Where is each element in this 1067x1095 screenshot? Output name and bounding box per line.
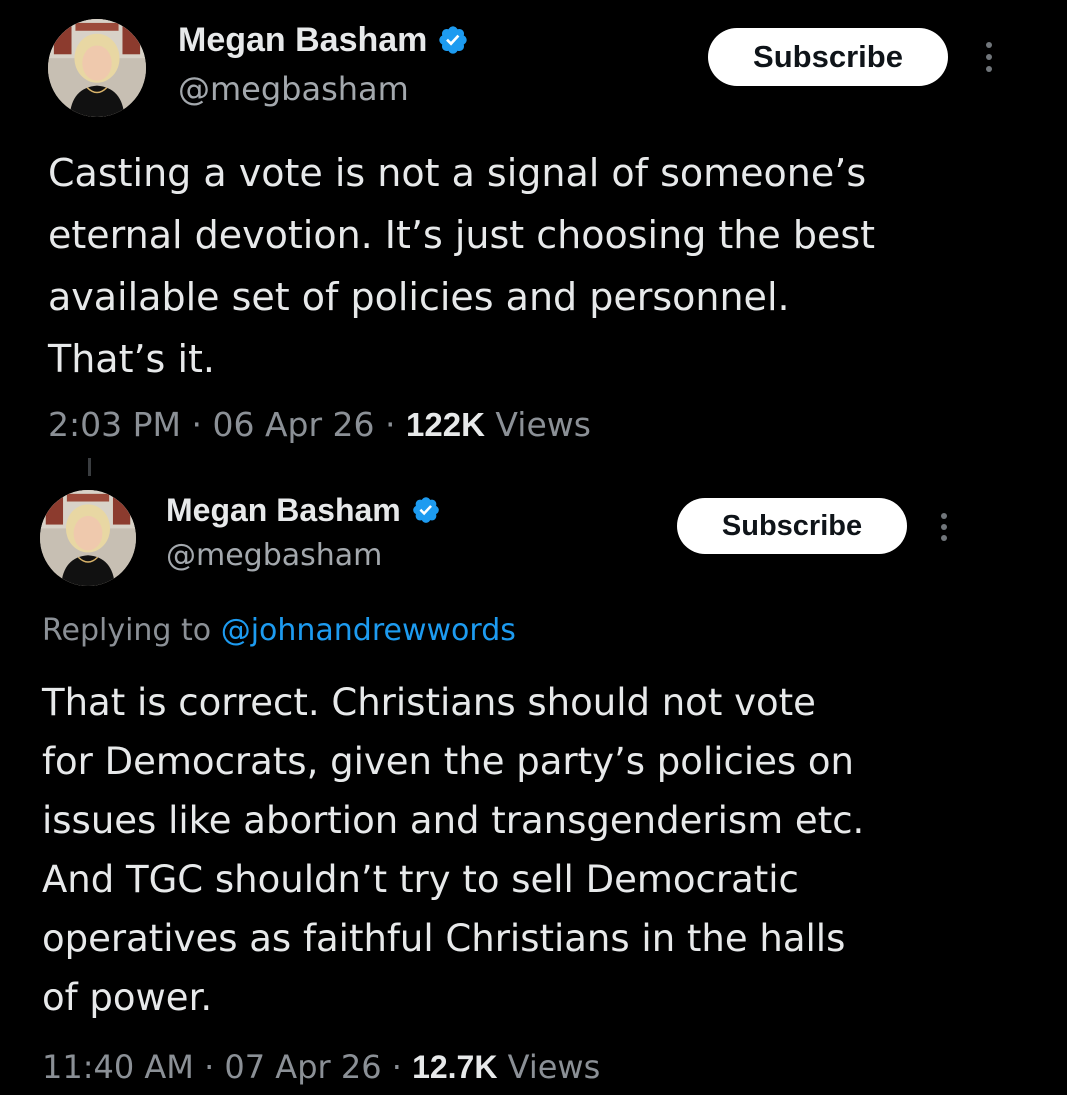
verified-badge-icon[interactable] [437,24,469,56]
meta-separator: · [391,1048,402,1086]
profile-photo-icon [48,19,146,117]
tweet-text-line: issues like abortion and transgenderism … [42,799,865,842]
tweet-text-line: That is correct. Christians should not v… [42,681,816,724]
replying-to-label: Replying to [42,613,212,648]
author-avatar[interactable] [48,19,146,117]
meta-separator: · [385,405,396,444]
tweet-text-line: And TGC shouldn’t try to sell Democratic [42,858,799,901]
more-options-button[interactable] [983,42,995,72]
tweet-text-line: for Democrats, given the party’s policie… [42,740,854,783]
replying-to-mention-link[interactable]: @johnandrewwords [221,613,516,648]
views-count[interactable]: 12.7K [412,1049,497,1085]
tweet-meta: 2:03 PM · 06 Apr 26 · 122K Views [48,405,591,444]
tweet-reply: Megan Basham @megbasham Subscribe Replyi… [0,476,1067,1095]
subscribe-button[interactable]: Subscribe [708,28,948,86]
meta-separator: · [204,1048,215,1086]
author-handle[interactable]: @megbasham [166,538,382,573]
tweet-time[interactable]: 2:03 PM [48,405,181,444]
views-label: Views [495,405,591,444]
tweet-text-line: Casting a vote is not a signal of someon… [48,151,867,195]
tweet-date[interactable]: 07 Apr 26 [224,1048,381,1086]
subscribe-button[interactable]: Subscribe [677,498,907,554]
author-name-row: Megan Basham [178,20,469,60]
profile-photo-icon [40,490,136,586]
verified-badge-icon[interactable] [411,495,441,525]
tweet-text-line: operatives as faithful Christians in the… [42,917,846,960]
author-display-name[interactable]: Megan Basham [166,492,401,529]
author-handle[interactable]: @megbasham [178,70,409,108]
views-count[interactable]: 122K [406,406,485,443]
thread-connector-line [88,458,91,476]
author-avatar[interactable] [40,490,136,586]
tweet-time[interactable]: 11:40 AM [42,1048,194,1086]
tweet-meta: 11:40 AM · 07 Apr 26 · 12.7K Views [42,1048,600,1086]
more-options-button[interactable] [938,513,950,541]
tweet-text-line: That’s it. [48,337,215,381]
author-display-name[interactable]: Megan Basham [178,21,427,60]
views-label: Views [507,1048,601,1086]
author-name-row: Megan Basham [166,490,441,530]
tweet-text-line: of power. [42,976,213,1019]
tweet-date[interactable]: 06 Apr 26 [212,405,374,444]
replying-to: Replying to @johnandrewwords [42,613,516,648]
tweet-text-line: available set of policies and personnel. [48,275,790,319]
tweet-text-line: eternal devotion. It’s just choosing the… [48,213,876,257]
more-vertical-icon [941,513,947,519]
more-vertical-icon [986,42,992,48]
tweet-text: Casting a vote is not a signal of someon… [48,142,875,390]
tweet-main: Megan Basham @megbasham Subscribe Castin… [0,0,1067,460]
tweet-text: That is correct. Christians should not v… [42,673,864,1027]
meta-separator: · [191,405,202,444]
